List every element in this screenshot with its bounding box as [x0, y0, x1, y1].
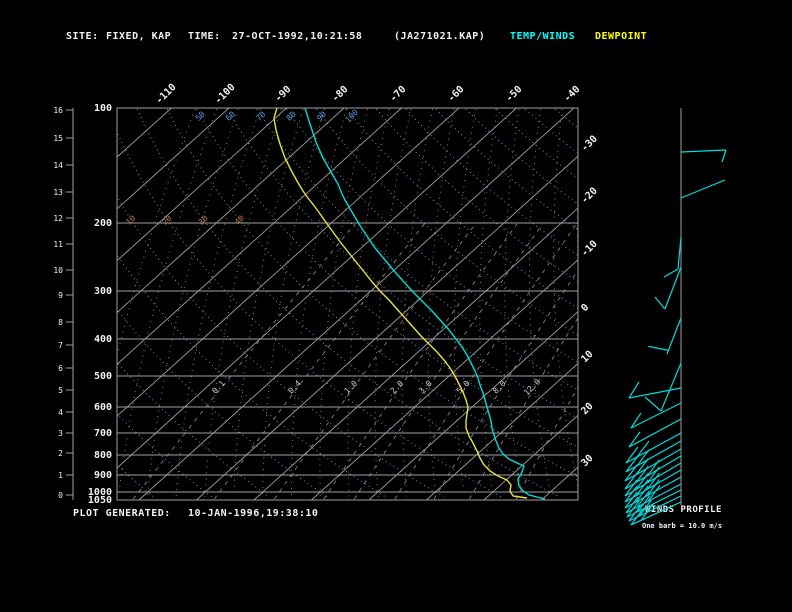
wind-profile — [624, 108, 727, 526]
height-km-label: 8 — [58, 318, 63, 327]
wind-barb-tick — [625, 455, 639, 473]
mixing-ratio-label: 8.0 — [491, 379, 508, 396]
wind-barb-tick — [625, 446, 639, 464]
isotherms — [117, 108, 578, 500]
isotherm-labels: -110 -100 -90 -80 -70 -60 -50 -40-30-20-1001020… — [154, 82, 600, 469]
mixing-ratio-label: 2.0 — [389, 379, 406, 396]
wind-barb-shaft — [680, 149, 727, 153]
isotherm-right-label: 10 — [579, 349, 595, 365]
sounding-curves — [273, 108, 546, 500]
pressure-label: 400 — [94, 334, 112, 345]
height-km-label: 6 — [58, 364, 63, 373]
mixing-ratio-label: 0.4 — [286, 379, 303, 396]
height-km-label: 15 — [53, 134, 63, 143]
mixing-ratio-labels: 0.1 0.4 1.0 2.0 3.0 5.0 8.0 12.0 — [210, 377, 542, 397]
isotherm-right-label: -10 — [579, 239, 600, 260]
wind-barb-tick — [636, 449, 650, 467]
adiabat-label: 50 — [194, 110, 207, 123]
wind-barb-shaft — [660, 362, 682, 412]
height-km-label: 3 — [58, 429, 63, 438]
wind-barb-tick — [628, 381, 640, 399]
pressure-axis-labels: 10020030040050060070080090010001050 — [88, 103, 112, 506]
isotherm-top-label: -40 — [562, 84, 583, 105]
height-km-label: 10 — [53, 266, 63, 275]
height-km-label: 7 — [58, 341, 63, 350]
isotherm-top-label: -80 — [330, 84, 351, 105]
height-km-label: 1 — [58, 471, 63, 480]
height-km-label: 2 — [58, 449, 63, 458]
pressure-label: 100 — [94, 103, 112, 114]
height-km-label: 16 — [53, 106, 63, 115]
height-km-label: 11 — [53, 240, 63, 249]
wind-barb-shaft — [628, 387, 682, 399]
adiabat-label: 30 — [197, 214, 210, 227]
adiabat-label: 80 — [285, 110, 298, 123]
wind-barb-tick — [635, 458, 649, 475]
wind-barb-tick — [663, 268, 679, 278]
wind-barb-shaft — [628, 418, 682, 448]
isotherm-top-label: -100 — [213, 82, 238, 107]
pressure-label: 800 — [94, 450, 112, 461]
wind-barb-tick — [721, 149, 727, 163]
wind-barb-tick — [624, 464, 638, 482]
adiabat-label: 20 — [160, 214, 173, 227]
height-axis: 161514131211109876543210 — [53, 106, 74, 500]
wind-barb-tick — [624, 472, 638, 490]
pressure-label: 600 — [94, 402, 112, 413]
height-km-label: 0 — [58, 491, 63, 500]
isotherm-top-label: -60 — [446, 84, 467, 105]
isotherm-right-label: 0 — [579, 302, 591, 314]
height-km-label: 4 — [58, 408, 63, 417]
wind-barb-shaft — [664, 266, 682, 310]
moist-adiabats — [117, 108, 578, 498]
wind-barb-shaft — [625, 432, 682, 464]
isotherm-right-label: 30 — [579, 453, 595, 469]
pressure-label: 700 — [94, 428, 112, 439]
wind-barb-tick — [636, 440, 650, 458]
adiabat-label: 60 — [224, 110, 237, 123]
height-km-label: 9 — [58, 291, 63, 300]
height-km-label: 14 — [53, 161, 63, 170]
wind-barb-shaft — [666, 317, 682, 355]
pressure-label: 1050 — [88, 495, 112, 506]
dry-adiabats — [117, 108, 578, 498]
pressure-label: 900 — [94, 470, 112, 481]
isotherm-top-label: -50 — [504, 84, 525, 105]
height-km-label: 12 — [53, 214, 63, 223]
isotherm-top-label: -110 — [154, 82, 179, 107]
adiabat-label: 10 — [124, 214, 137, 227]
isotherm-right-label: -20 — [579, 186, 600, 207]
pressure-label: 500 — [94, 371, 112, 382]
isotherm-right-label: -30 — [579, 134, 600, 155]
height-km-label: 5 — [58, 386, 63, 395]
isotherm-right-label: 20 — [579, 401, 595, 417]
dewpoint-curve — [273, 108, 528, 499]
wind-barb-tick — [654, 296, 666, 310]
wind-barb-tick — [635, 466, 649, 483]
adiabat-label: 40 — [233, 214, 246, 227]
wind-barb-shaft — [680, 179, 726, 199]
height-km-label: 13 — [53, 188, 63, 197]
adiabat-label: 90 — [315, 110, 328, 123]
pressure-label: 300 — [94, 286, 112, 297]
mixing-ratio-label: 1.0 — [343, 379, 360, 396]
wind-barb-tick — [628, 431, 641, 448]
skewt-screen: { "header": { "site_label": "SITE:", "si… — [0, 0, 792, 612]
mixing-ratio-label: 3.0 — [417, 379, 434, 396]
pressure-label: 200 — [94, 218, 112, 229]
wind-barb-tick — [644, 396, 662, 412]
isotherm-top-label: -70 — [388, 84, 409, 105]
skewt-diagram: 1002003004005006007008009001000105016151… — [53, 82, 727, 526]
isotherm-top-label: -90 — [273, 84, 294, 105]
adiabat-label: 100 — [344, 108, 361, 125]
mixing-ratio-lines — [132, 223, 578, 500]
wind-barb-tick — [648, 345, 669, 351]
